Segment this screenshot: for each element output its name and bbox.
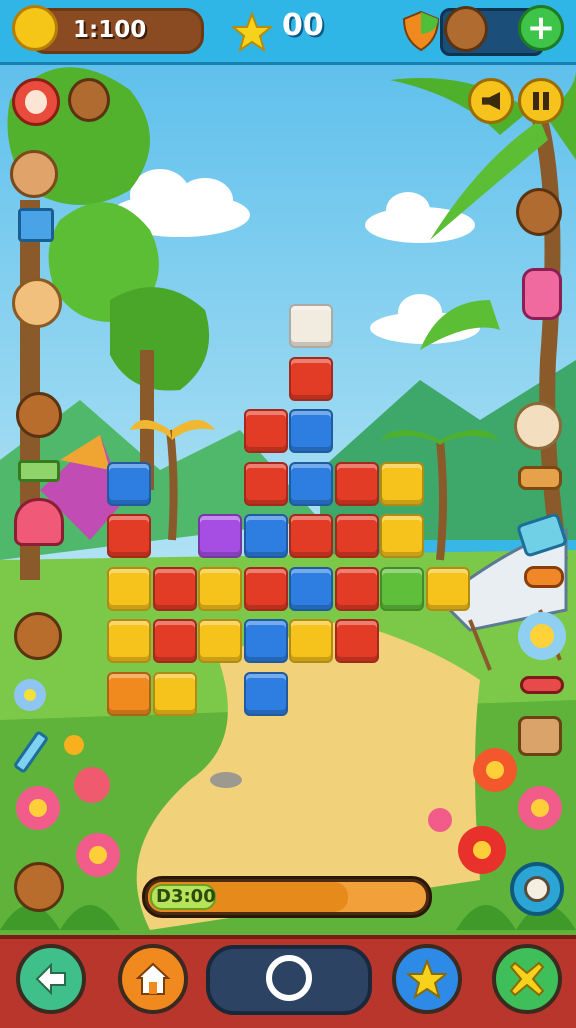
tile-red[interactable] (334, 619, 379, 663)
tile-blue[interactable] (243, 514, 288, 558)
tile-yellow[interactable] (198, 566, 242, 611)
progress-label: D3:00 (156, 886, 216, 907)
tile-red[interactable] (243, 409, 288, 453)
tile-yellow[interactable] (380, 461, 424, 506)
back-button[interactable] (16, 944, 86, 1014)
star-button[interactable] (392, 944, 462, 1014)
tile-white[interactable] (289, 304, 333, 348)
tile-red[interactable] (289, 514, 333, 558)
tile-blue[interactable] (243, 619, 288, 663)
tile-yellow[interactable] (380, 514, 424, 558)
star-icon (407, 959, 447, 999)
tile-yellow[interactable] (425, 566, 470, 611)
tile-yellow[interactable] (107, 619, 151, 663)
cross-icon (509, 961, 545, 997)
cross-button[interactable] (492, 944, 562, 1014)
tile-red[interactable] (289, 356, 333, 401)
tile-yellow[interactable] (289, 619, 333, 663)
tile-blue[interactable] (289, 461, 333, 506)
tile-blue[interactable] (289, 566, 333, 611)
tile-blue[interactable] (289, 409, 333, 453)
tile-red[interactable] (334, 566, 379, 611)
tile-red[interactable] (334, 461, 379, 506)
tile-blue[interactable] (107, 461, 151, 506)
tile-red[interactable] (152, 566, 197, 611)
tile-red[interactable] (334, 514, 379, 558)
tile-blue[interactable] (243, 671, 288, 716)
tile-yellow[interactable] (107, 566, 151, 611)
tile-yellow[interactable] (152, 671, 197, 716)
home-button[interactable] (118, 944, 188, 1014)
back-arrow-icon (35, 962, 66, 996)
tile-red[interactable] (243, 566, 288, 611)
circle-icon[interactable] (266, 955, 312, 1001)
tile-red[interactable] (152, 619, 197, 663)
tile-green[interactable] (380, 566, 424, 611)
tile-red[interactable] (107, 514, 151, 558)
tile-yellow[interactable] (198, 619, 242, 663)
tile-red[interactable] (243, 461, 288, 506)
tile-purple[interactable] (198, 514, 242, 558)
tile-orange[interactable] (107, 671, 151, 716)
home-icon (135, 962, 171, 995)
game-board (0, 0, 576, 1024)
